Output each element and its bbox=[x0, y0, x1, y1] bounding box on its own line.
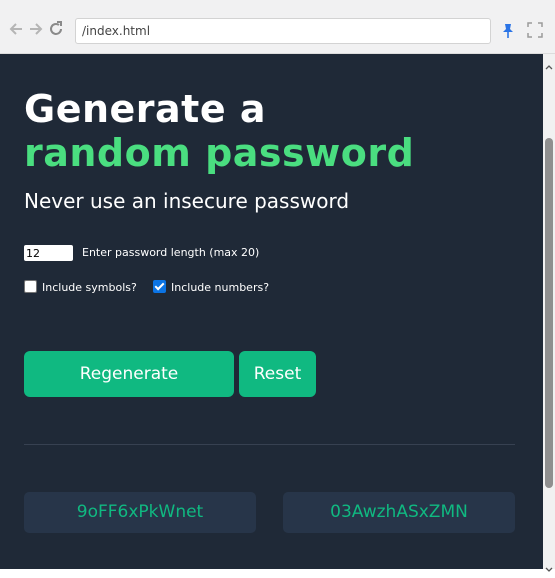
vertical-scrollbar[interactable] bbox=[543, 54, 555, 572]
include-symbols-label: Include symbols? bbox=[42, 281, 137, 294]
include-symbols-option[interactable]: Include symbols? bbox=[24, 278, 137, 294]
scroll-down-icon[interactable] bbox=[545, 559, 553, 572]
browser-toolbar: /index.html bbox=[0, 0, 555, 54]
pin-icon[interactable] bbox=[499, 22, 517, 40]
password-generator-page: Generate a random password Never use an … bbox=[0, 54, 543, 569]
address-bar[interactable]: /index.html bbox=[75, 18, 491, 44]
forward-icon[interactable] bbox=[26, 20, 46, 40]
fullscreen-icon[interactable] bbox=[527, 22, 543, 38]
divider bbox=[24, 444, 515, 445]
include-numbers-option[interactable]: Include numbers? bbox=[153, 278, 269, 294]
reload-icon[interactable] bbox=[46, 20, 66, 40]
page-title-line2: random password bbox=[24, 131, 415, 175]
scroll-up-icon[interactable] bbox=[545, 56, 553, 70]
back-icon[interactable] bbox=[6, 20, 26, 40]
page-title-line1: Generate a bbox=[24, 87, 266, 131]
password-output-2[interactable]: 03AwzhASxZMN bbox=[283, 492, 515, 533]
password-length-input[interactable] bbox=[24, 245, 73, 261]
include-numbers-label: Include numbers? bbox=[171, 281, 270, 294]
scrollbar-thumb[interactable] bbox=[545, 138, 553, 488]
regenerate-button[interactable]: Regenerate bbox=[24, 351, 234, 397]
page-subtitle: Never use an insecure password bbox=[24, 189, 350, 213]
include-numbers-checkbox[interactable] bbox=[153, 279, 166, 293]
reset-button[interactable]: Reset bbox=[239, 351, 316, 397]
password-output-1[interactable]: 9oFF6xPkWnet bbox=[24, 492, 256, 533]
password-length-label: Enter password length (max 20) bbox=[82, 246, 260, 259]
include-symbols-checkbox[interactable] bbox=[24, 279, 37, 293]
